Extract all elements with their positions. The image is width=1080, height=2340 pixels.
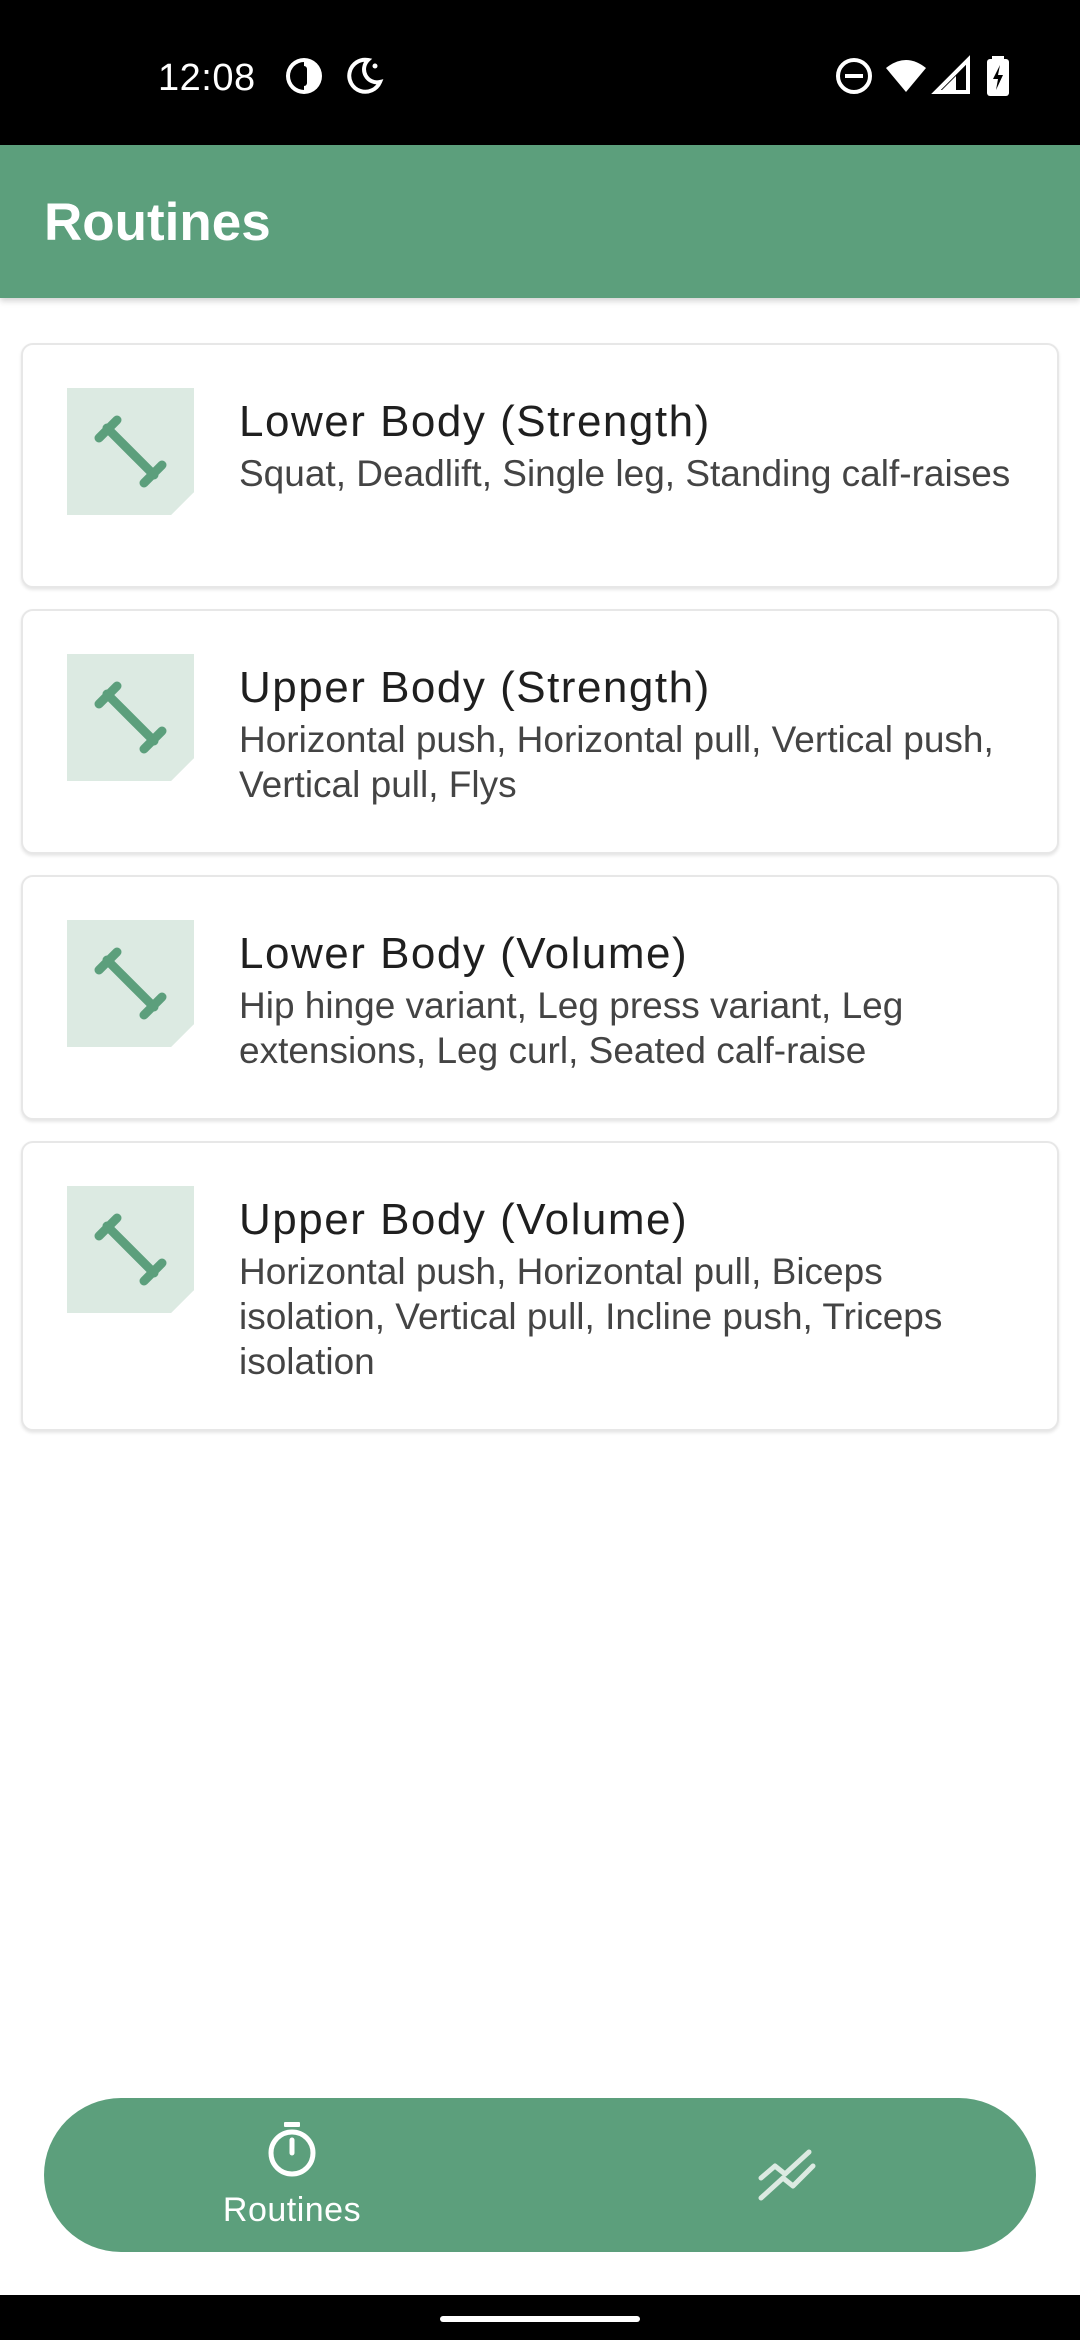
home-indicator[interactable]: [440, 2316, 640, 2322]
nav-item-stats[interactable]: [540, 2098, 1036, 2252]
screen: 12:08 Routines Lower Body (Strength) Squ…: [0, 0, 1080, 2340]
page-title: Routines: [44, 193, 271, 252]
dumbbell-icon: [94, 681, 167, 754]
routine-exercises: Horizontal push, Horizontal pull, Biceps…: [239, 1251, 943, 1382]
dnd-icon: [832, 54, 876, 98]
wifi-icon: [884, 54, 928, 98]
status-time: 12:08: [158, 57, 256, 99]
routine-icon-box: [67, 654, 194, 781]
data-saver-icon: [282, 54, 326, 98]
routine-icon-box: [67, 388, 194, 515]
stopwatch-icon: [268, 2122, 316, 2177]
system-navigation-bar: [0, 2295, 1080, 2340]
nav-label-routines: Routines: [222, 2191, 362, 2229]
dumbbell-icon: [94, 415, 167, 488]
routine-exercises: Squat, Deadlift, Single leg, Standing ca…: [239, 453, 1011, 494]
routine-card-lower-body-strength[interactable]: Lower Body (Strength) Squat, Deadlift, S…: [21, 343, 1059, 588]
routine-exercises: Horizontal push, Horizontal pull, Vertic…: [239, 719, 994, 805]
routine-icon-box: [67, 920, 194, 1047]
routine-title: Upper Body (Strength): [239, 663, 711, 712]
trend-chart-icon: [758, 2149, 816, 2201]
routine-icon-box: [67, 1186, 194, 1313]
routine-card-lower-body-volume[interactable]: Lower Body (Volume) Hip hinge variant, L…: [21, 875, 1059, 1120]
app-bar: Routines: [0, 145, 1080, 298]
do-not-disturb-moon-icon: [342, 54, 386, 98]
routine-title: Upper Body (Volume): [239, 1195, 689, 1244]
routine-card-upper-body-volume[interactable]: Upper Body (Volume) Horizontal push, Hor…: [21, 1141, 1059, 1431]
routine-exercises: Hip hinge variant, Leg press variant, Le…: [239, 985, 904, 1071]
cell-signal-icon: [930, 54, 974, 98]
routine-title: Lower Body (Strength): [239, 397, 711, 446]
dumbbell-icon: [94, 1213, 167, 1286]
nav-item-routines[interactable]: Routines: [44, 2098, 540, 2252]
bottom-navigation: Routines: [44, 2098, 1036, 2252]
battery-charging-icon: [976, 54, 1020, 98]
status-bar: 12:08: [0, 0, 1080, 145]
routine-card-upper-body-strength[interactable]: Upper Body (Strength) Horizontal push, H…: [21, 609, 1059, 854]
dumbbell-icon: [94, 947, 167, 1020]
routine-title: Lower Body (Volume): [239, 929, 689, 978]
